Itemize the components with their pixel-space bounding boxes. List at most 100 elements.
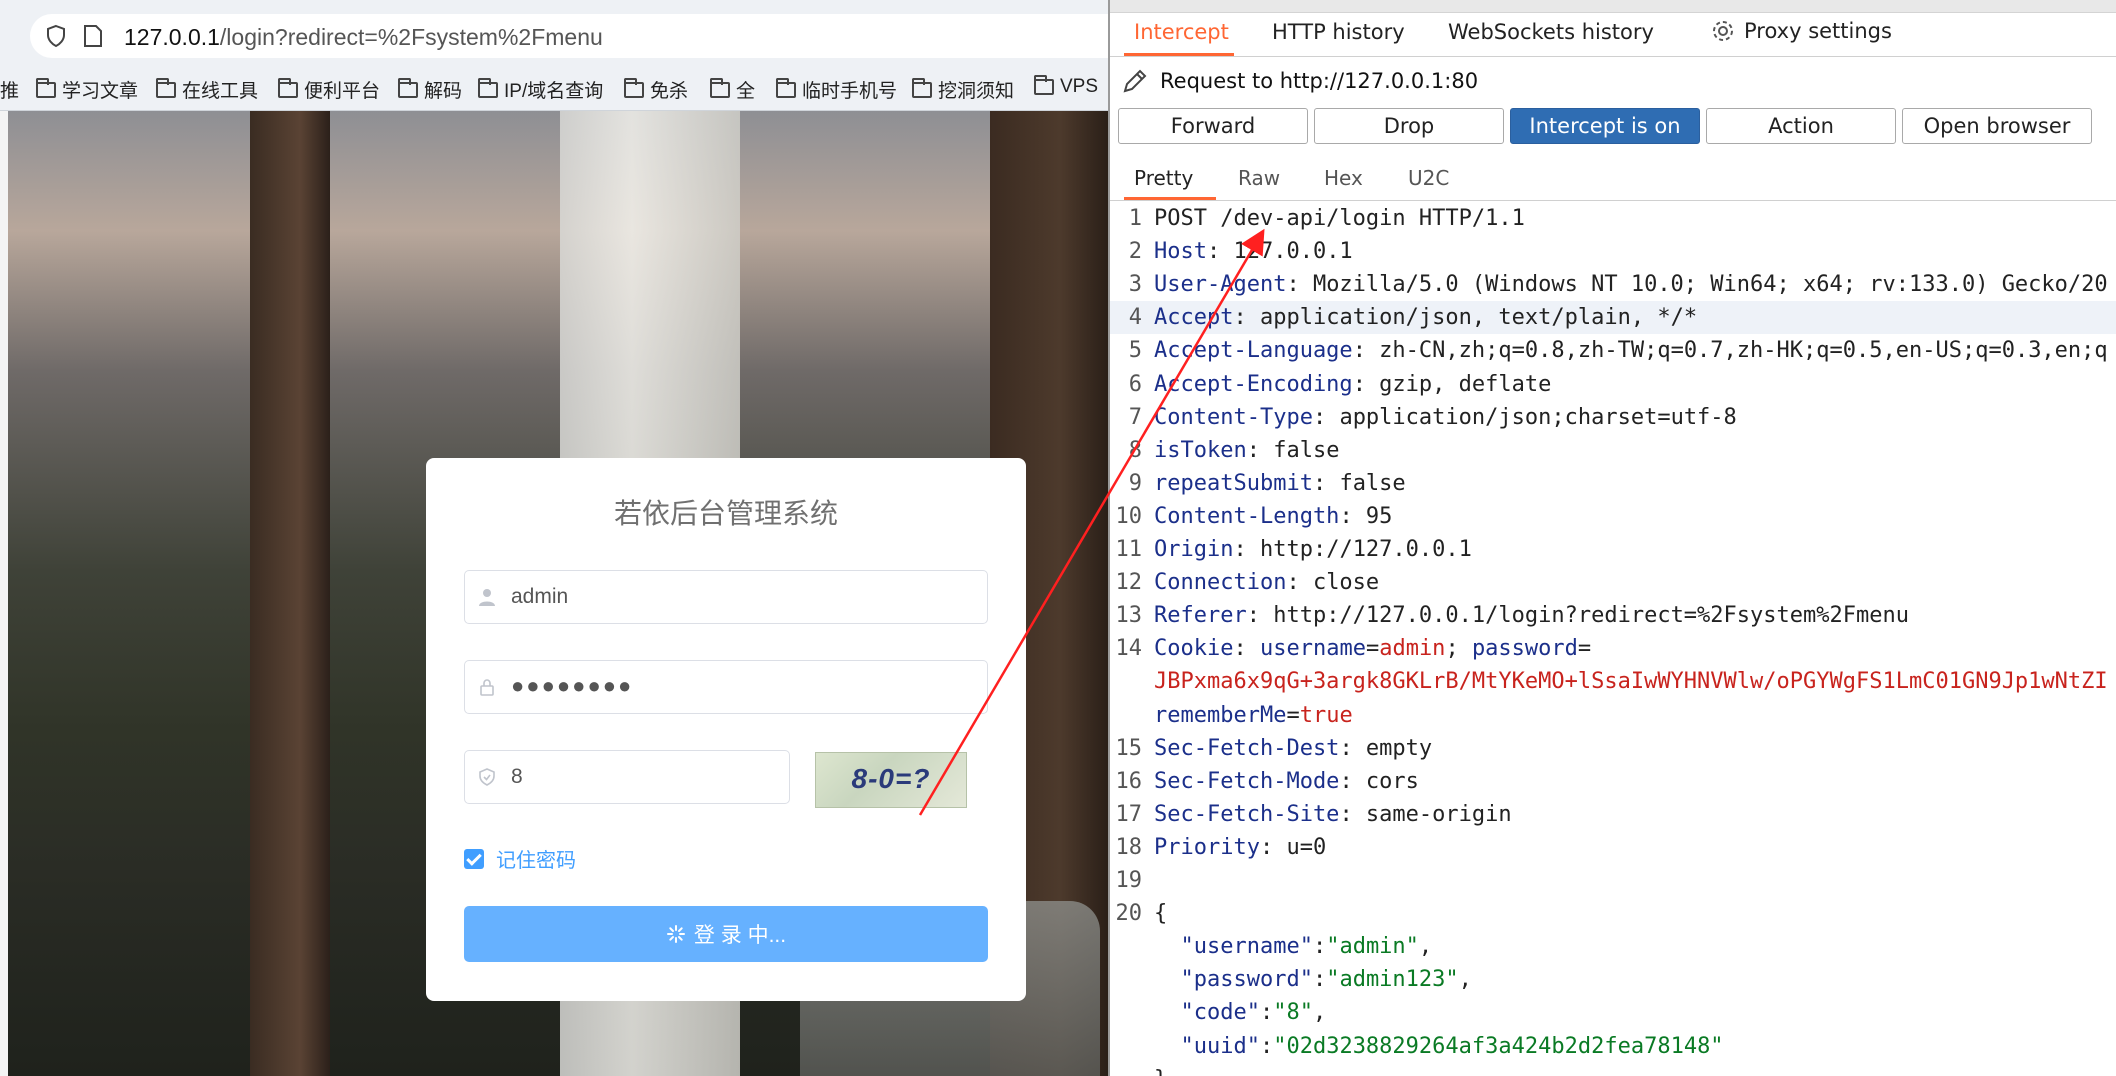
- tab-intercept[interactable]: Intercept: [1134, 20, 1229, 44]
- request-line[interactable]: 6 Accept-Encoding: gzip, deflate: [1110, 368, 2116, 401]
- request-line[interactable]: }: [1110, 1063, 2116, 1076]
- code-token: : zh-CN,zh;q=0.8,zh-TW;q=0.7,zh-HK;q=0.5…: [1352, 338, 2108, 363]
- lock-icon: [480, 679, 494, 696]
- request-line[interactable]: 18 Priority: u=0: [1110, 831, 2116, 864]
- code-token: :: [1259, 1034, 1274, 1059]
- code-token: : 95: [1339, 504, 1393, 529]
- bookmark-item[interactable]: 解码: [398, 76, 462, 103]
- browser-window: 127.0.0.1/login?redirect=%2Fsystem%2Fmen…: [0, 0, 1108, 1076]
- tab-proxy-settings[interactable]: Proxy settings: [1710, 18, 1892, 44]
- tab-http-history[interactable]: HTTP history: [1272, 20, 1405, 44]
- request-line[interactable]: 14 Cookie: username=admin; password=: [1110, 632, 2116, 665]
- line-code: Origin: http://127.0.0.1: [1154, 537, 1472, 562]
- line-code: Content-Length: 95: [1154, 504, 1392, 529]
- burp-proxy-panel: Intercept HTTP history WebSockets histor…: [1108, 0, 2116, 1076]
- code-token: "username": [1154, 934, 1313, 959]
- request-line[interactable]: 4 Accept: application/json, text/plain, *…: [1110, 301, 2116, 334]
- bookmark-label: 在线工具: [182, 81, 259, 102]
- request-line[interactable]: rememberMe=true: [1110, 699, 2116, 732]
- request-line[interactable]: 19: [1110, 864, 2116, 897]
- username-input[interactable]: admin: [464, 570, 988, 624]
- folder-icon: [1034, 75, 1054, 95]
- remember-password-checkbox[interactable]: 记住密码: [464, 844, 576, 873]
- request-line[interactable]: 3 User-Agent: Mozilla/5.0 (Windows NT 10.…: [1110, 268, 2116, 301]
- request-line[interactable]: 5 Accept-Language: zh-CN,zh;q=0.8,zh-TW;q…: [1110, 334, 2116, 367]
- request-line[interactable]: "code":"8",: [1110, 996, 2116, 1029]
- drop-button[interactable]: Drop: [1314, 108, 1504, 144]
- bookmark-item[interactable]: IP/域名查询: [478, 76, 603, 103]
- tab-hex[interactable]: Hex: [1324, 166, 1363, 190]
- intercept-toggle-button[interactable]: Intercept is on: [1510, 108, 1700, 144]
- bookmark-truncated[interactable]: 推: [0, 76, 19, 103]
- shield-icon[interactable]: [44, 24, 68, 48]
- request-line[interactable]: 15 Sec-Fetch-Dest: empty: [1110, 732, 2116, 765]
- request-line[interactable]: 12 Connection: close: [1110, 566, 2116, 599]
- code-token: "02d3238829264af3a424b2d2fea78148": [1273, 1034, 1724, 1059]
- bookmark-label: VPS: [1060, 76, 1099, 97]
- bookmark-item[interactable]: VPS: [1034, 75, 1099, 98]
- line-code: Connection: close: [1154, 570, 1379, 595]
- request-line[interactable]: 9 repeatSubmit: false: [1110, 467, 2116, 500]
- request-line[interactable]: 16 Sec-Fetch-Mode: cors: [1110, 765, 2116, 798]
- code-token: :: [1312, 967, 1327, 992]
- bookmark-item[interactable]: 在线工具: [156, 76, 258, 103]
- request-line[interactable]: 1 POST /dev-api/login HTTP/1.1: [1110, 202, 2116, 235]
- captcha-input[interactable]: 8: [464, 750, 790, 804]
- line-number: 20: [1115, 901, 1143, 926]
- bookmark-item[interactable]: 学习文章: [36, 76, 138, 103]
- tab-websockets-history[interactable]: WebSockets history: [1448, 20, 1654, 44]
- request-line[interactable]: 13 Referer: http://127.0.0.1/login?redire…: [1110, 599, 2116, 632]
- code-token: : empty: [1339, 736, 1433, 761]
- tab-u2c[interactable]: U2C: [1408, 166, 1449, 190]
- bookmark-label: 临时手机号: [802, 81, 898, 102]
- pencil-icon[interactable]: [1120, 66, 1150, 96]
- request-line[interactable]: 10 Content-Length: 95: [1110, 500, 2116, 533]
- request-line[interactable]: 8 isToken: false: [1110, 434, 2116, 467]
- request-line[interactable]: 2 Host: 127.0.0.1: [1110, 235, 2116, 268]
- bookmark-item[interactable]: 免杀: [624, 76, 688, 103]
- tab-pretty[interactable]: Pretty: [1134, 166, 1193, 190]
- line-number: 5: [1128, 338, 1142, 363]
- line-code: JBPxma6x9qG+3argk8GKLrB/MtYKeMO+lSsaIwWY…: [1154, 669, 2108, 694]
- line-code: "password":"admin123",: [1154, 967, 1471, 992]
- request-line[interactable]: "username":"admin",: [1110, 930, 2116, 963]
- code-token: Sec-Fetch-Mode: [1154, 769, 1340, 794]
- request-line[interactable]: 7 Content-Type: application/json;charset=…: [1110, 401, 2116, 434]
- bookmark-item[interactable]: 全: [710, 76, 755, 103]
- address-bar[interactable]: 127.0.0.1/login?redirect=%2Fsystem%2Fmen…: [30, 14, 1108, 58]
- line-number: 12: [1115, 570, 1143, 595]
- bookmark-item[interactable]: 临时手机号: [776, 76, 897, 103]
- url-text[interactable]: 127.0.0.1/login?redirect=%2Fsystem%2Fmen…: [124, 24, 603, 51]
- line-number: 14: [1115, 636, 1143, 661]
- code-token: "admin123": [1326, 967, 1459, 992]
- code-token: Origin: [1154, 537, 1234, 562]
- code-token: =: [1577, 636, 1592, 661]
- code-token: : cors: [1339, 769, 1419, 794]
- request-line[interactable]: "uuid":"02d3238829264af3a424b2d2fea78148…: [1110, 1030, 2116, 1063]
- request-line[interactable]: JBPxma6x9qG+3argk8GKLrB/MtYKeMO+lSsaIwWY…: [1110, 665, 2116, 698]
- captcha-image[interactable]: 8-0=?: [815, 752, 967, 808]
- line-number: 11: [1115, 537, 1143, 562]
- forward-button[interactable]: Forward: [1118, 108, 1308, 144]
- request-editor[interactable]: 1 POST /dev-api/login HTTP/1.1 2 Host: 127.…: [1110, 202, 2116, 1076]
- code-token: ,: [1312, 1000, 1327, 1025]
- request-line[interactable]: "password":"admin123",: [1110, 963, 2116, 996]
- request-line[interactable]: 11 Origin: http://127.0.0.1: [1110, 533, 2116, 566]
- line-code: Accept-Encoding: gzip, deflate: [1154, 372, 1551, 397]
- line-number: 7: [1128, 405, 1142, 430]
- line-code: Sec-Fetch-Site: same-origin: [1154, 802, 1512, 827]
- bookmark-item[interactable]: 挖洞须知: [912, 76, 1014, 103]
- open-browser-button[interactable]: Open browser: [1902, 108, 2092, 144]
- action-button[interactable]: Action: [1706, 108, 1896, 144]
- request-line[interactable]: 17 Sec-Fetch-Site: same-origin: [1110, 798, 2116, 831]
- password-input[interactable]: ●●●●●●●●: [464, 660, 988, 714]
- bookmark-item[interactable]: 便利平台: [278, 76, 380, 103]
- checkbox-checked-icon[interactable]: [464, 848, 484, 869]
- request-line[interactable]: 20 {: [1110, 897, 2116, 930]
- bookmarks-bar: 推 学习文章 在线工具 便利平台 解码 IP/域名查询 免杀 全 临时手机号 挖洞须知 VPS: [0, 68, 1108, 111]
- bookmark-label: 便利平台: [304, 81, 381, 102]
- login-button[interactable]: 登 录 中...: [464, 906, 988, 962]
- code-token: true: [1299, 703, 1353, 728]
- tab-raw[interactable]: Raw: [1238, 166, 1280, 190]
- line-number: 2: [1128, 239, 1142, 264]
